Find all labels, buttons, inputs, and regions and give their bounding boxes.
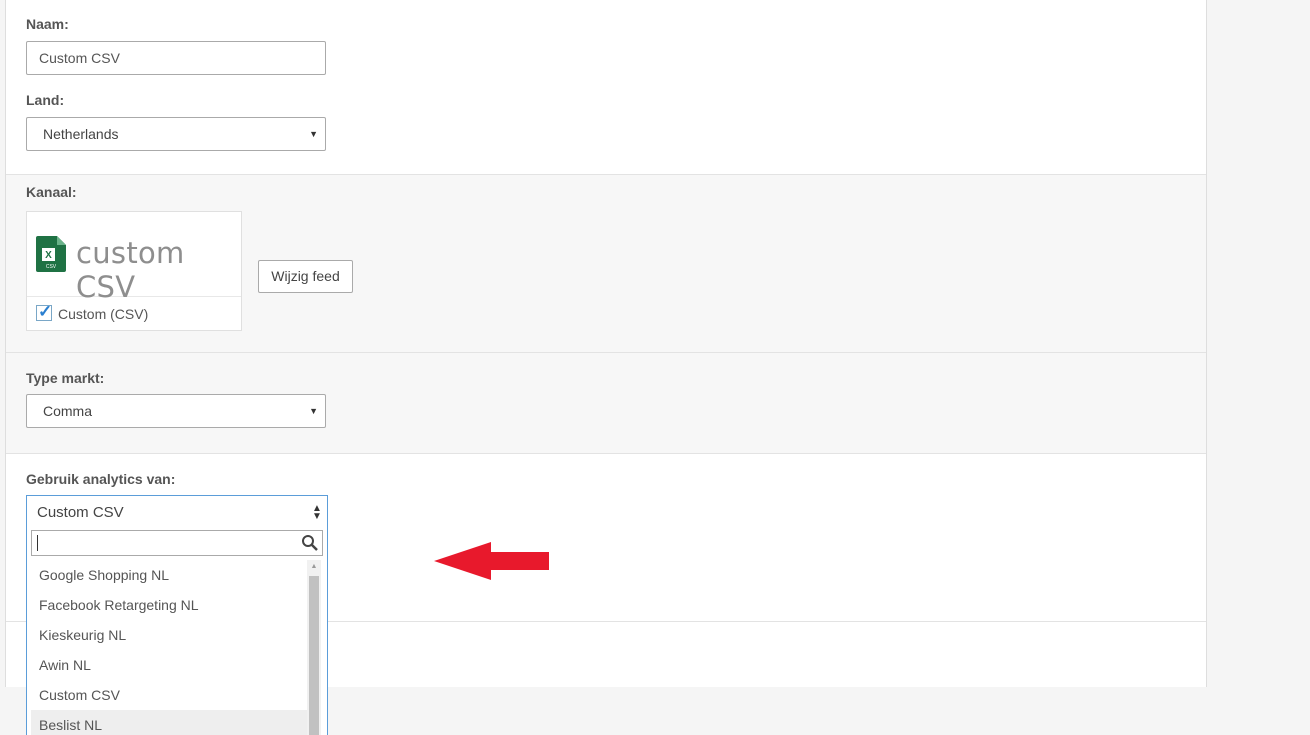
channel-checkbox[interactable]: ✓ [36, 302, 53, 321]
analytics-dropdown[interactable]: Custom CSV ▲ ▼ Google Shopping NL Faceboo… [26, 495, 328, 735]
analytics-option[interactable]: Awin NL [31, 650, 307, 680]
scroll-up-icon[interactable]: ▲ [307, 560, 321, 574]
text-cursor [37, 535, 38, 551]
name-label: Naam: [26, 16, 69, 32]
name-input[interactable] [26, 41, 326, 75]
analytics-selected-value: Custom CSV [37, 504, 124, 521]
country-select-value: Netherlands [43, 126, 119, 142]
red-arrow-annotation [434, 542, 549, 580]
chevron-down-icon: ▼ [309, 129, 318, 139]
section-channel: Kanaal: X CSV custom CSV ✓ Custom (CSV) … [6, 175, 1206, 353]
options-scrollbar[interactable]: ▲ [307, 560, 321, 735]
channel-logo: X CSV custom CSV [27, 212, 241, 304]
svg-text:CSV: CSV [46, 264, 57, 270]
analytics-options-list: Google Shopping NL Facebook Retargeting … [31, 560, 307, 735]
excel-csv-icon: X CSV [36, 236, 66, 272]
section-analytics: Gebruik analytics van: Custom CSV ▲ ▼ Goo… [6, 454, 1206, 735]
section-general: Naam: Land: Netherlands ▼ [6, 0, 1206, 175]
channel-logo-text: custom CSV [76, 236, 185, 304]
analytics-option[interactable]: Facebook Retargeting NL [31, 590, 307, 620]
analytics-option[interactable]: Kieskeurig NL [31, 620, 307, 650]
section-market-type: Type markt: Comma ▼ [6, 353, 1206, 454]
channel-label: Kanaal: [26, 184, 77, 200]
analytics-option[interactable]: Beslist NL [31, 710, 307, 735]
country-select[interactable]: Netherlands ▼ [26, 117, 326, 151]
analytics-option[interactable]: Custom CSV [31, 680, 307, 710]
change-feed-button[interactable]: Wijzig feed [258, 260, 353, 293]
analytics-search-input[interactable] [31, 530, 323, 556]
market-type-select[interactable]: Comma ▼ [26, 394, 326, 428]
sort-arrows-icon: ▲ ▼ [312, 503, 322, 522]
analytics-option[interactable]: Google Shopping NL [31, 560, 307, 590]
analytics-label: Gebruik analytics van: [26, 471, 176, 487]
chevron-down-icon: ▼ [309, 406, 318, 416]
channel-card[interactable]: X CSV custom CSV ✓ Custom (CSV) [26, 211, 242, 331]
scrollbar-thumb[interactable] [309, 576, 319, 735]
market-type-label: Type markt: [26, 370, 105, 386]
feed-settings-panel: Naam: Land: Netherlands ▼ Kanaal: X CSV … [5, 0, 1207, 735]
analytics-dropdown-selected[interactable]: Custom CSV ▲ ▼ [27, 496, 327, 529]
svg-text:X: X [45, 250, 52, 261]
channel-checkbox-label: Custom (CSV) [58, 306, 149, 322]
market-type-select-value: Comma [43, 403, 93, 419]
country-label: Land: [26, 92, 65, 108]
search-icon [302, 535, 318, 551]
check-icon: ✓ [38, 302, 53, 321]
